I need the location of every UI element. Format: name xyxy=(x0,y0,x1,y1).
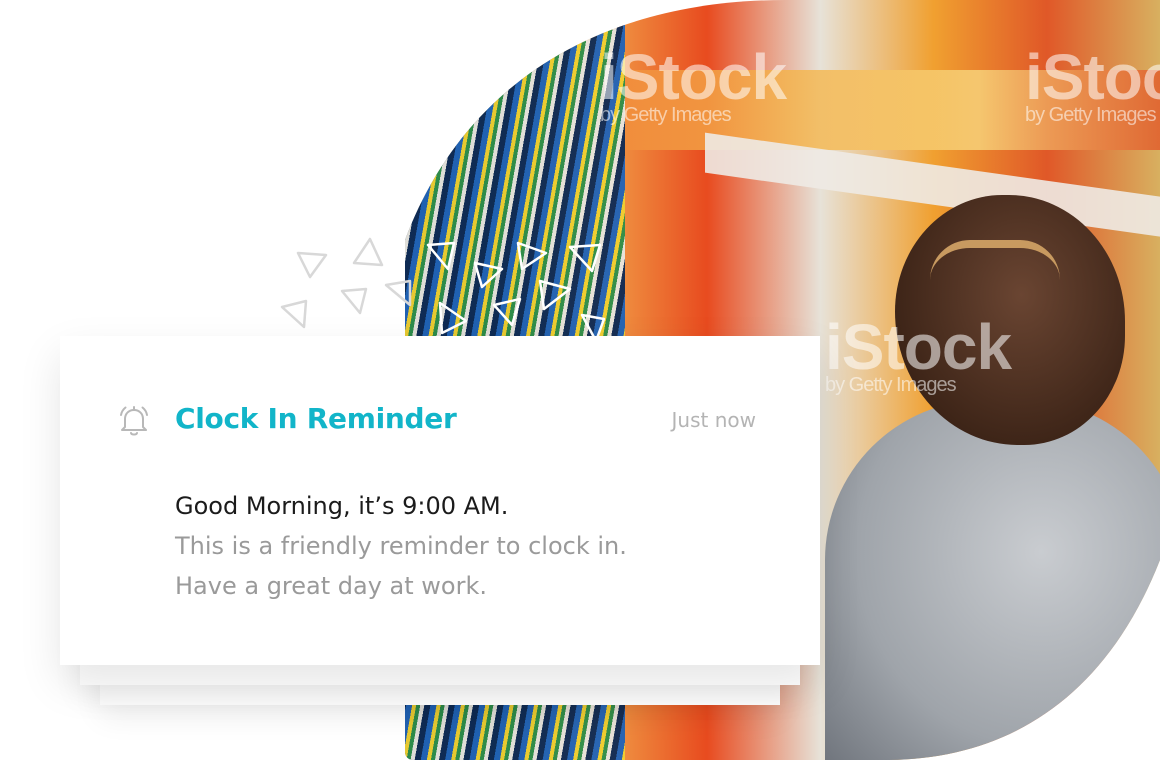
triangle-icon xyxy=(538,279,572,311)
person-glasses xyxy=(930,240,1060,288)
triangle-icon xyxy=(516,241,548,271)
triangle-icon xyxy=(426,241,456,271)
notification-title: Clock In Reminder xyxy=(175,402,457,435)
watermark-text: iStock xyxy=(825,311,1012,383)
message-line-2: Have a great day at work. xyxy=(175,572,487,600)
person-shirt xyxy=(825,400,1160,760)
triangle-decoration xyxy=(280,237,606,343)
triangle-icon xyxy=(296,251,328,279)
notification-message: Good Morning, it’s 9:00 AM. This is a fr… xyxy=(175,486,775,606)
message-line-1: This is a friendly reminder to clock in. xyxy=(175,532,627,560)
triangle-icon xyxy=(280,299,308,329)
notification-time: Just now xyxy=(671,408,756,432)
triangle-icon xyxy=(384,279,412,307)
greeting-text: Good Morning, it’s 9:00 AM. xyxy=(175,492,509,520)
bell-icon xyxy=(120,406,148,436)
triangle-icon xyxy=(473,261,504,289)
watermark: iStock by Getty Images xyxy=(1025,40,1160,127)
notification-card[interactable]: Clock In Reminder Just now Good Morning,… xyxy=(60,336,820,665)
watermark-text: iStock xyxy=(600,41,787,113)
triangle-icon xyxy=(568,243,602,273)
triangle-icon xyxy=(352,237,384,267)
watermark: iStock by Getty Images xyxy=(825,310,1011,397)
triangle-icon xyxy=(438,301,468,335)
watermark: iStock by Getty Images xyxy=(600,40,786,127)
triangle-icon xyxy=(492,297,522,327)
watermark-text: iStock xyxy=(1025,41,1160,113)
triangle-icon xyxy=(340,287,368,315)
watermark-sub: by Getty Images xyxy=(1025,104,1156,126)
